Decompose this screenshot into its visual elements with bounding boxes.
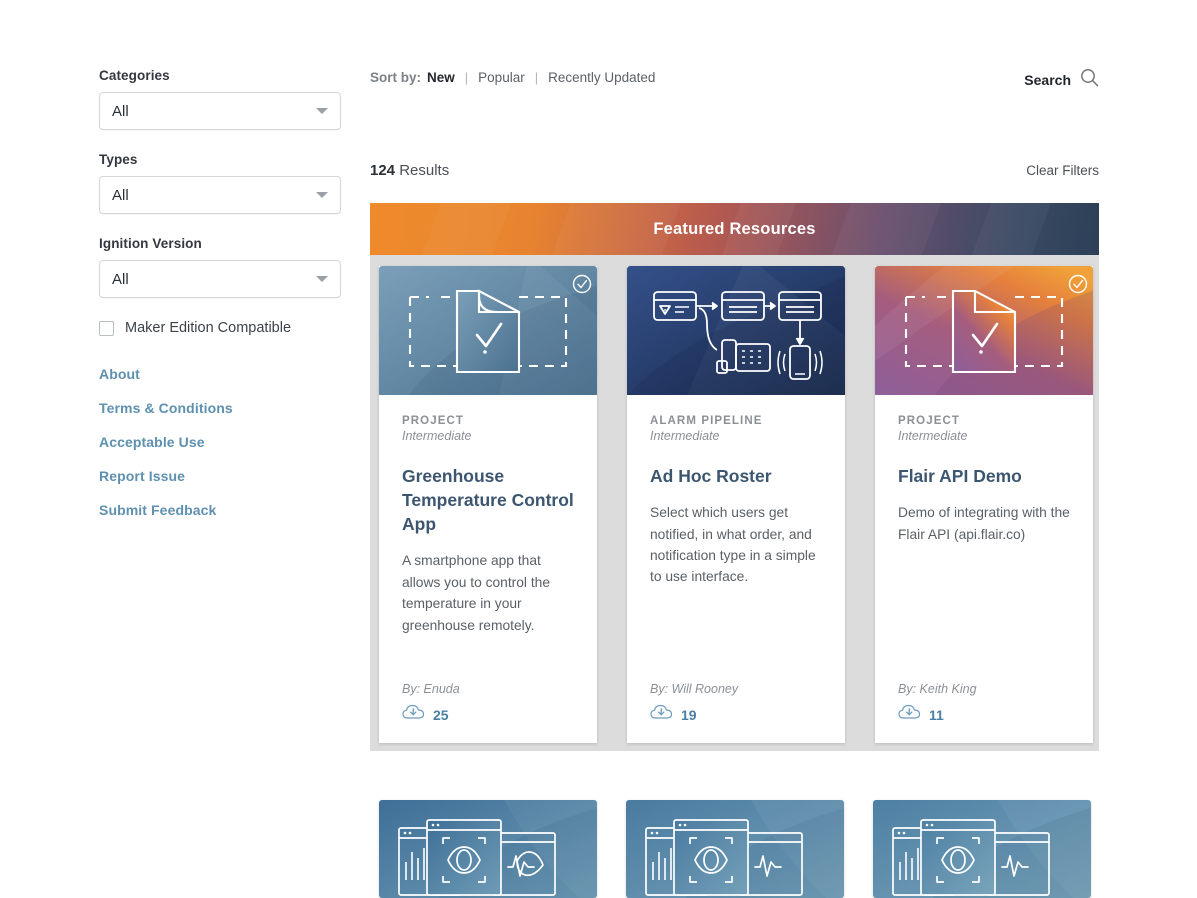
ignition-version-select-value: All (112, 270, 129, 288)
resource-author: By: Keith King (898, 682, 977, 696)
search-label: Search (1024, 72, 1071, 88)
search-icon[interactable] (1080, 68, 1099, 92)
resource-description: Select which users get notified, in what… (650, 505, 816, 585)
resource-card-footer: By: Keith King 11 (875, 682, 1093, 743)
sort-option-new[interactable]: New (427, 70, 455, 85)
chevron-down-icon (316, 276, 328, 282)
cloud-download-icon (650, 704, 673, 725)
download-count: 19 (681, 706, 697, 723)
resource-category: ALARM PIPELINE (650, 415, 763, 427)
featured-resources-title: Featured Resources (653, 219, 816, 238)
ignition-version-select[interactable]: All (99, 260, 341, 298)
resource-thumbnail-perspective-vision (379, 800, 597, 898)
resource-card-body: PROJECT Intermediate Greenhouse Temperat… (379, 395, 597, 682)
categories-select-value: All (112, 102, 129, 120)
resource-thumbnail-perspective-vision (873, 800, 1091, 898)
sidebar-link-report-issue[interactable]: Report Issue (99, 468, 344, 484)
download-count: 11 (929, 706, 944, 723)
cloud-download-icon (898, 704, 921, 725)
chevron-down-icon (316, 192, 328, 198)
resource-card-body: PROJECT Intermediate Flair API Demo Demo… (875, 395, 1093, 682)
resource-downloads: 25 (402, 704, 574, 725)
resource-card[interactable] (379, 800, 597, 898)
resource-card-footer: By: Will Rooney 19 (627, 682, 845, 743)
sidebar-link-terms-conditions[interactable]: Terms & Conditions (99, 400, 344, 416)
resource-thumbnail-project-document-check (875, 266, 1093, 395)
maker-edition-checkbox[interactable] (99, 320, 114, 336)
results-count-number: 124 (370, 162, 396, 179)
resource-description: Demo of integrating with the Flair API (… (898, 505, 1070, 542)
resource-category: PROJECT (402, 415, 465, 427)
resource-card-body: ALARM PIPELINE Intermediate Ad Hoc Roste… (627, 395, 845, 682)
types-select[interactable]: All (99, 176, 341, 214)
resource-level: Intermediate (402, 429, 472, 443)
resource-category: PROJECT (898, 415, 961, 427)
filter-group-categories: Categories All (99, 68, 344, 130)
featured-resources-panel: Featured Resources PROJECT Intermediate … (370, 203, 1099, 751)
sort-separator: | (464, 70, 469, 85)
sidebar-link-submit-feedback[interactable]: Submit Feedback (99, 502, 344, 518)
resource-level: Intermediate (898, 429, 968, 443)
resource-card-footer: By: Enuda 25 (379, 682, 597, 743)
chevron-down-icon (316, 108, 328, 114)
resource-card[interactable] (873, 800, 1091, 898)
filter-group-types: Types All (99, 152, 344, 214)
resource-thumbnail-alarm-pipeline-flow (627, 266, 845, 395)
resource-card[interactable]: PROJECT Intermediate Flair API Demo Demo… (875, 266, 1093, 743)
featured-resources-header: Featured Resources (370, 203, 1099, 255)
categories-label: Categories (99, 68, 170, 83)
types-select-value: All (112, 186, 129, 204)
sidebar-link-about[interactable]: About (99, 366, 344, 382)
resource-thumbnail-project-document-check (379, 266, 597, 395)
sidebar-link-acceptable-use[interactable]: Acceptable Use (99, 434, 344, 450)
results-summary-row: 124 Results Clear Filters (370, 162, 1099, 179)
resource-author: By: Enuda (402, 682, 460, 696)
maker-edition-label: Maker Edition Compatible (125, 320, 292, 336)
resource-description: A smartphone app that allows you to cont… (402, 553, 551, 633)
resource-title[interactable]: Greenhouse Temperature Control App (402, 464, 574, 536)
types-label: Types (99, 152, 138, 167)
sort-controls: Sort by: New | Popular | Recently Update… (370, 70, 655, 85)
ignition-version-label: Ignition Version (99, 236, 202, 251)
clear-filters-button[interactable]: Clear Filters (1026, 163, 1099, 178)
sort-option-recently-updated[interactable]: Recently Updated (548, 70, 655, 85)
results-toolbar: Sort by: New | Popular | Recently Update… (370, 68, 1099, 92)
resource-thumbnail-perspective-vision (626, 800, 844, 898)
resource-card[interactable]: PROJECT Intermediate Greenhouse Temperat… (379, 266, 597, 743)
results-count-suffix: Results (399, 162, 450, 179)
sidebar-links: About Terms & Conditions Acceptable Use … (99, 366, 344, 518)
sort-separator: | (534, 70, 539, 85)
resource-exchange-page: Categories All Types All Ignition Versio… (0, 0, 1197, 898)
resource-title[interactable]: Ad Hoc Roster (650, 464, 822, 488)
maker-edition-checkbox-row[interactable]: Maker Edition Compatible (99, 320, 344, 336)
resource-downloads: 11 (898, 704, 1070, 725)
filter-group-ignition-version: Ignition Version All (99, 236, 344, 298)
sort-by-label: Sort by: (370, 70, 422, 85)
resource-title[interactable]: Flair API Demo (898, 464, 1070, 488)
download-count: 25 (433, 706, 449, 723)
sort-option-popular[interactable]: Popular (478, 70, 525, 85)
resource-author: By: Will Rooney (650, 682, 739, 696)
categories-select[interactable]: All (99, 92, 341, 130)
resource-downloads: 19 (650, 704, 822, 725)
resource-grid-row (379, 800, 1091, 898)
resource-level: Intermediate (650, 429, 720, 443)
cloud-download-icon (402, 704, 425, 725)
featured-cards-list: PROJECT Intermediate Greenhouse Temperat… (370, 255, 1099, 743)
search-control[interactable]: Search (1024, 68, 1099, 92)
resource-card[interactable]: ALARM PIPELINE Intermediate Ad Hoc Roste… (627, 266, 845, 743)
results-count: 124 Results (370, 162, 449, 179)
resource-card[interactable] (626, 800, 844, 898)
filter-sidebar: Categories All Types All Ignition Versio… (99, 68, 344, 536)
